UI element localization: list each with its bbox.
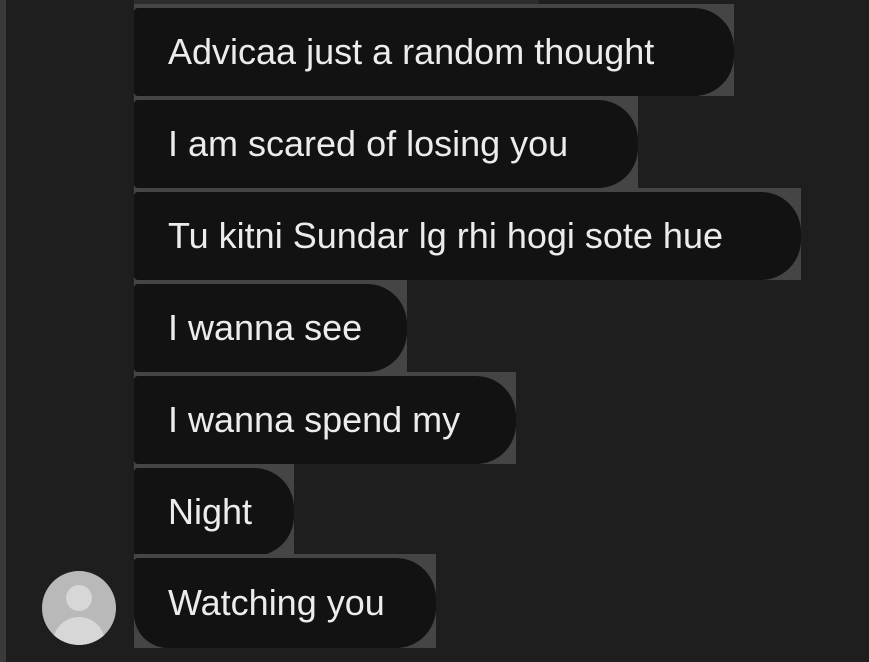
message-text: Watching you (168, 582, 385, 623)
message-bubble[interactable]: Advicaa just a random thought (134, 8, 734, 96)
message-text: Night (168, 491, 253, 532)
message-text: Tu kitni Sundar lg rhi hogi sote hue (168, 215, 723, 256)
left-edge-divider (0, 0, 6, 662)
chat-screen: Advicaa just a random thought I am scare… (0, 0, 869, 662)
message-bubble[interactable]: I wanna see (134, 284, 407, 372)
avatar-head-shape (66, 585, 92, 611)
default-user-avatar-icon[interactable] (42, 571, 116, 645)
avatar-body-shape (53, 617, 105, 645)
message-text: I am scared of losing you (168, 123, 569, 164)
message-bubble[interactable]: I wanna spend my (134, 376, 516, 464)
message-bubble[interactable]: Tu kitni Sundar lg rhi hogi sote hue (134, 192, 801, 280)
message-bubble[interactable]: Watching you (134, 558, 436, 648)
message-text: Advicaa just a random thought (168, 31, 655, 72)
message-text: I wanna see (168, 307, 363, 348)
message-text: I wanna spend my (168, 399, 461, 440)
message-bubble[interactable]: I am scared of losing you (134, 100, 638, 188)
message-bubble[interactable]: Night (134, 468, 294, 556)
